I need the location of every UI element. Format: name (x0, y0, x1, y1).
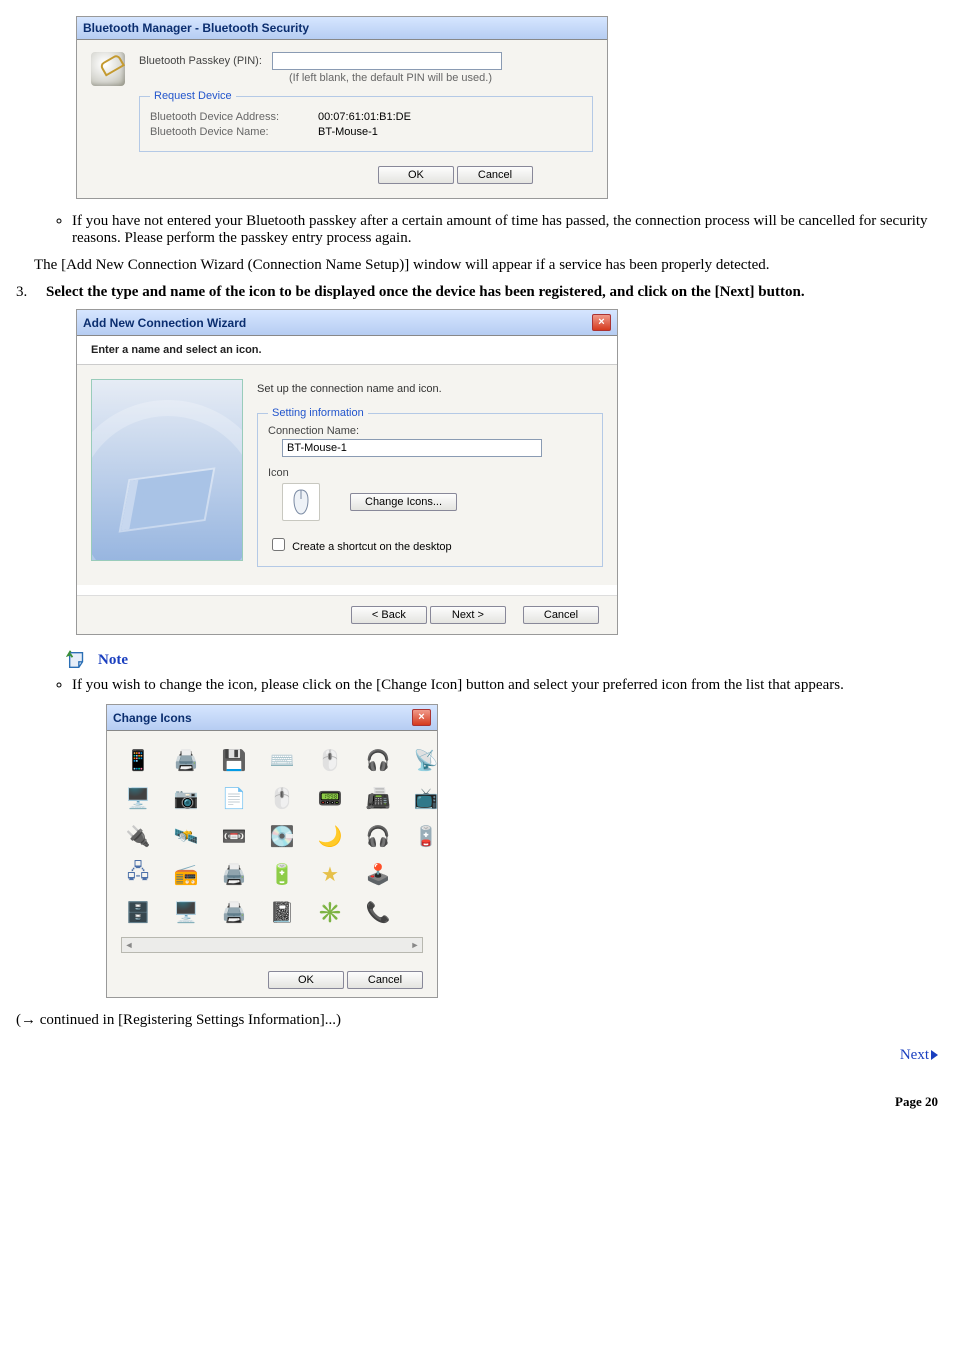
dialog-titlebar: Add New Connection Wizard × (77, 310, 617, 336)
next-label: Next (900, 1047, 929, 1063)
continued-line: (→ continued in [Registering Settings In… (16, 1012, 938, 1029)
scroll-right-icon[interactable]: ► (408, 940, 422, 950)
chevron-right-icon (931, 1050, 938, 1060)
icon-option[interactable]: 🌙 (313, 821, 347, 851)
icon-option[interactable]: 🖨️ (217, 859, 251, 889)
setting-information-group: Setting information Connection Name: Ico… (257, 407, 603, 567)
icon-option[interactable]: 📞 (361, 897, 395, 927)
change-icons-button[interactable]: Change Icons... (350, 493, 457, 511)
ok-button[interactable]: OK (268, 971, 344, 989)
icon-option[interactable]: 📺 (409, 783, 443, 813)
next-button[interactable]: Next > (430, 606, 506, 624)
icon-option[interactable]: 🛰️ (169, 821, 203, 851)
change-icons-dialog: Change Icons × 📱 🖨️ 💾 ⌨️ 🖱️ 🎧 📡 🖥️ 📷 📄 🖱… (106, 704, 438, 998)
device-name-label: Bluetooth Device Name: (150, 126, 310, 138)
device-address-label: Bluetooth Device Address: (150, 111, 310, 123)
dialog-titlebar: Change Icons × (107, 705, 437, 731)
back-button[interactable]: < Back (351, 606, 427, 624)
icon-option[interactable]: 🎧 (361, 745, 395, 775)
icon-option[interactable]: 📄 (217, 783, 251, 813)
icon-option[interactable]: ⌨️ (265, 745, 299, 775)
group-title: Request Device (150, 90, 236, 102)
connection-name-label: Connection Name: (268, 425, 592, 437)
dialog-title: Add New Connection Wizard (83, 316, 246, 330)
add-connection-wizard-dialog: Add New Connection Wizard × Enter a name… (76, 309, 618, 635)
key-icon (91, 52, 125, 86)
wizard-instruction: Set up the connection name and icon. (257, 383, 603, 395)
close-icon[interactable]: × (412, 709, 431, 726)
icon-option[interactable]: 🖱️ (313, 745, 347, 775)
request-device-group: Request Device Bluetooth Device Address:… (139, 90, 593, 152)
horizontal-scrollbar[interactable]: ◄ ► (121, 937, 423, 953)
icon-grid[interactable]: 📱 🖨️ 💾 ⌨️ 🖱️ 🎧 📡 🖥️ 📷 📄 🖱️ 📟 📠 📺 🔌 🛰️ 📼 … (107, 731, 437, 937)
icon-option[interactable]: 📓 (265, 897, 299, 927)
passkey-label: Bluetooth Passkey (PIN): (139, 55, 262, 67)
step-number: 3. (16, 284, 34, 301)
ok-button[interactable]: OK (378, 166, 454, 184)
icon-option[interactable]: ★ (313, 859, 347, 889)
wizard-detected-line: The [Add New Connection Wizard (Connecti… (34, 257, 938, 274)
cancel-button[interactable]: Cancel (457, 166, 533, 184)
cancel-button[interactable]: Cancel (347, 971, 423, 989)
icon-option[interactable]: 🖥️ (121, 783, 155, 813)
device-name-value: BT-Mouse-1 (318, 126, 378, 138)
icon-option[interactable]: 📠 (361, 783, 395, 813)
icon-option[interactable]: 🔌 (121, 821, 155, 851)
passkey-hint: (If left blank, the default PIN will be … (289, 72, 593, 84)
icon-option[interactable]: 🖧 (121, 859, 155, 889)
cancel-button[interactable]: Cancel (523, 606, 599, 624)
step-instruction: Select the type and name of the icon to … (46, 284, 805, 301)
icon-option[interactable]: 🪫 (409, 821, 443, 851)
icon-option[interactable]: 🖥️ (169, 897, 203, 927)
connection-name-input[interactable] (282, 439, 542, 457)
bluetooth-security-dialog: Bluetooth Manager - Bluetooth Security B… (76, 16, 608, 199)
icon-option[interactable]: 📻 (169, 859, 203, 889)
icon-option[interactable] (409, 897, 443, 927)
device-address-value: 00:07:61:01:B1:DE (318, 111, 411, 123)
note-icon (66, 649, 88, 671)
page-footer: Page 20 (16, 1094, 938, 1110)
icon-option[interactable]: 🕹️ (361, 859, 395, 889)
create-shortcut-label: Create a shortcut on the desktop (292, 541, 452, 553)
icon-option[interactable]: 🖨️ (169, 745, 203, 775)
icon-label: Icon (268, 467, 592, 479)
close-icon[interactable]: × (592, 314, 611, 331)
icon-option[interactable]: 📡 (409, 745, 443, 775)
icon-option[interactable]: 📱 (121, 745, 155, 775)
icon-option[interactable]: 📷 (169, 783, 203, 813)
icon-option[interactable]: 🗄️ (121, 897, 155, 927)
passkey-input[interactable] (272, 52, 502, 70)
icon-option[interactable]: 📟 (313, 783, 347, 813)
scroll-left-icon[interactable]: ◄ (122, 940, 136, 950)
mouse-icon (290, 488, 312, 516)
change-icon-note: If you wish to change the icon, please c… (72, 677, 938, 694)
create-shortcut-checkbox[interactable] (272, 538, 285, 551)
icon-option[interactable]: 🎧 (361, 821, 395, 851)
icon-option[interactable]: 💾 (217, 745, 251, 775)
icon-option[interactable]: ✳️ (313, 897, 347, 927)
dialog-title: Change Icons (113, 711, 192, 725)
icon-option[interactable]: 🖱️ (265, 783, 299, 813)
wizard-subtitle: Enter a name and select an icon. (77, 336, 617, 365)
icon-option[interactable]: 🖨️ (217, 897, 251, 927)
group-title: Setting information (268, 407, 368, 419)
icon-option[interactable]: 📼 (217, 821, 251, 851)
icon-option[interactable]: 💽 (265, 821, 299, 851)
wizard-art (91, 379, 243, 561)
icon-preview (282, 483, 320, 521)
icon-option[interactable] (409, 859, 443, 889)
note-label: Note (98, 652, 128, 669)
timeout-note: If you have not entered your Bluetooth p… (72, 213, 938, 247)
next-page-link[interactable]: Next (900, 1047, 938, 1063)
icon-option[interactable]: 🔋 (265, 859, 299, 889)
dialog-titlebar: Bluetooth Manager - Bluetooth Security (77, 17, 607, 40)
dialog-title: Bluetooth Manager - Bluetooth Security (83, 21, 309, 35)
